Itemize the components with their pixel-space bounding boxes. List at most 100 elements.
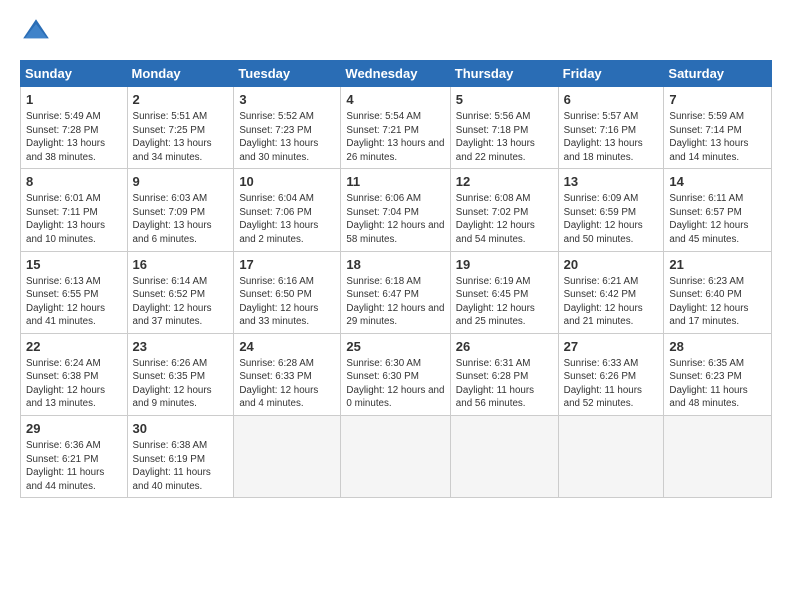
day-number: 25 [346,338,444,356]
day-number: 4 [346,91,444,109]
calendar-day-cell: 7Sunrise: 5:59 AM Sunset: 7:14 PM Daylig… [664,87,772,169]
calendar-day-cell: 17Sunrise: 6:16 AM Sunset: 6:50 PM Dayli… [234,251,341,333]
calendar-week-row: 15Sunrise: 6:13 AM Sunset: 6:55 PM Dayli… [21,251,772,333]
day-info: Sunrise: 5:51 AM Sunset: 7:25 PM Dayligh… [133,110,229,164]
calendar-day-cell: 28Sunrise: 6:35 AM Sunset: 6:23 PM Dayli… [664,333,772,415]
day-info: Sunrise: 6:31 AM Sunset: 6:28 PM Dayligh… [456,357,553,411]
calendar-day-cell: 21Sunrise: 6:23 AM Sunset: 6:40 PM Dayli… [664,251,772,333]
day-number: 15 [26,256,122,274]
day-number: 1 [26,91,122,109]
day-number: 6 [564,91,659,109]
calendar-day-cell: 1Sunrise: 5:49 AM Sunset: 7:28 PM Daylig… [21,87,128,169]
day-info: Sunrise: 6:28 AM Sunset: 6:33 PM Dayligh… [239,357,335,411]
day-number: 17 [239,256,335,274]
day-info: Sunrise: 5:56 AM Sunset: 7:18 PM Dayligh… [456,110,553,164]
logo [20,16,58,48]
calendar-day-cell [450,416,558,498]
calendar-day-cell [664,416,772,498]
calendar-day-header: Monday [127,61,234,87]
calendar-day-cell: 9Sunrise: 6:03 AM Sunset: 7:09 PM Daylig… [127,169,234,251]
day-info: Sunrise: 5:49 AM Sunset: 7:28 PM Dayligh… [26,110,122,164]
day-info: Sunrise: 6:35 AM Sunset: 6:23 PM Dayligh… [669,357,766,411]
day-number: 8 [26,173,122,191]
day-info: Sunrise: 6:11 AM Sunset: 6:57 PM Dayligh… [669,192,766,246]
day-info: Sunrise: 6:06 AM Sunset: 7:04 PM Dayligh… [346,192,444,246]
day-info: Sunrise: 6:36 AM Sunset: 6:21 PM Dayligh… [26,439,122,493]
day-info: Sunrise: 6:08 AM Sunset: 7:02 PM Dayligh… [456,192,553,246]
day-number: 5 [456,91,553,109]
calendar-day-header: Thursday [450,61,558,87]
day-number: 21 [669,256,766,274]
day-number: 19 [456,256,553,274]
calendar-table: SundayMondayTuesdayWednesdayThursdayFrid… [20,60,772,498]
calendar-day-cell: 22Sunrise: 6:24 AM Sunset: 6:38 PM Dayli… [21,333,128,415]
day-info: Sunrise: 6:01 AM Sunset: 7:11 PM Dayligh… [26,192,122,246]
day-number: 12 [456,173,553,191]
day-info: Sunrise: 6:14 AM Sunset: 6:52 PM Dayligh… [133,275,229,329]
calendar-week-row: 8Sunrise: 6:01 AM Sunset: 7:11 PM Daylig… [21,169,772,251]
day-info: Sunrise: 6:16 AM Sunset: 6:50 PM Dayligh… [239,275,335,329]
day-number: 10 [239,173,335,191]
day-number: 29 [26,420,122,438]
day-number: 27 [564,338,659,356]
day-info: Sunrise: 5:57 AM Sunset: 7:16 PM Dayligh… [564,110,659,164]
calendar-day-cell: 4Sunrise: 5:54 AM Sunset: 7:21 PM Daylig… [341,87,450,169]
day-info: Sunrise: 6:24 AM Sunset: 6:38 PM Dayligh… [26,357,122,411]
calendar-day-cell: 15Sunrise: 6:13 AM Sunset: 6:55 PM Dayli… [21,251,128,333]
calendar-day-cell: 12Sunrise: 6:08 AM Sunset: 7:02 PM Dayli… [450,169,558,251]
day-info: Sunrise: 6:13 AM Sunset: 6:55 PM Dayligh… [26,275,122,329]
day-info: Sunrise: 5:52 AM Sunset: 7:23 PM Dayligh… [239,110,335,164]
calendar-day-cell: 5Sunrise: 5:56 AM Sunset: 7:18 PM Daylig… [450,87,558,169]
day-info: Sunrise: 5:54 AM Sunset: 7:21 PM Dayligh… [346,110,444,164]
page-container: SundayMondayTuesdayWednesdayThursdayFrid… [0,0,792,508]
calendar-day-cell [234,416,341,498]
day-info: Sunrise: 6:23 AM Sunset: 6:40 PM Dayligh… [669,275,766,329]
calendar-day-cell: 26Sunrise: 6:31 AM Sunset: 6:28 PM Dayli… [450,333,558,415]
calendar-day-header: Friday [558,61,664,87]
calendar-day-cell [558,416,664,498]
calendar-header-row: SundayMondayTuesdayWednesdayThursdayFrid… [21,61,772,87]
day-info: Sunrise: 5:59 AM Sunset: 7:14 PM Dayligh… [669,110,766,164]
calendar-day-cell: 14Sunrise: 6:11 AM Sunset: 6:57 PM Dayli… [664,169,772,251]
day-number: 7 [669,91,766,109]
calendar-day-header: Sunday [21,61,128,87]
day-number: 9 [133,173,229,191]
day-number: 11 [346,173,444,191]
calendar-week-row: 1Sunrise: 5:49 AM Sunset: 7:28 PM Daylig… [21,87,772,169]
calendar-day-cell: 13Sunrise: 6:09 AM Sunset: 6:59 PM Dayli… [558,169,664,251]
calendar-day-cell: 29Sunrise: 6:36 AM Sunset: 6:21 PM Dayli… [21,416,128,498]
day-number: 18 [346,256,444,274]
day-number: 28 [669,338,766,356]
calendar-day-cell: 6Sunrise: 5:57 AM Sunset: 7:16 PM Daylig… [558,87,664,169]
day-info: Sunrise: 6:03 AM Sunset: 7:09 PM Dayligh… [133,192,229,246]
calendar-day-cell: 3Sunrise: 5:52 AM Sunset: 7:23 PM Daylig… [234,87,341,169]
calendar-day-cell: 24Sunrise: 6:28 AM Sunset: 6:33 PM Dayli… [234,333,341,415]
calendar-day-cell: 16Sunrise: 6:14 AM Sunset: 6:52 PM Dayli… [127,251,234,333]
calendar-day-cell: 2Sunrise: 5:51 AM Sunset: 7:25 PM Daylig… [127,87,234,169]
calendar-day-header: Wednesday [341,61,450,87]
calendar-day-header: Saturday [664,61,772,87]
calendar-day-cell: 20Sunrise: 6:21 AM Sunset: 6:42 PM Dayli… [558,251,664,333]
page-header [20,16,772,48]
calendar-day-cell: 25Sunrise: 6:30 AM Sunset: 6:30 PM Dayli… [341,333,450,415]
calendar-day-cell: 30Sunrise: 6:38 AM Sunset: 6:19 PM Dayli… [127,416,234,498]
calendar-day-cell: 8Sunrise: 6:01 AM Sunset: 7:11 PM Daylig… [21,169,128,251]
calendar-day-cell [341,416,450,498]
calendar-day-cell: 23Sunrise: 6:26 AM Sunset: 6:35 PM Dayli… [127,333,234,415]
day-number: 20 [564,256,659,274]
calendar-day-cell: 10Sunrise: 6:04 AM Sunset: 7:06 PM Dayli… [234,169,341,251]
day-number: 3 [239,91,335,109]
day-info: Sunrise: 6:30 AM Sunset: 6:30 PM Dayligh… [346,357,444,411]
day-number: 13 [564,173,659,191]
day-info: Sunrise: 6:19 AM Sunset: 6:45 PM Dayligh… [456,275,553,329]
day-info: Sunrise: 6:18 AM Sunset: 6:47 PM Dayligh… [346,275,444,329]
calendar-day-cell: 11Sunrise: 6:06 AM Sunset: 7:04 PM Dayli… [341,169,450,251]
calendar-week-row: 22Sunrise: 6:24 AM Sunset: 6:38 PM Dayli… [21,333,772,415]
day-info: Sunrise: 6:26 AM Sunset: 6:35 PM Dayligh… [133,357,229,411]
calendar-week-row: 29Sunrise: 6:36 AM Sunset: 6:21 PM Dayli… [21,416,772,498]
day-number: 30 [133,420,229,438]
day-info: Sunrise: 6:33 AM Sunset: 6:26 PM Dayligh… [564,357,659,411]
day-number: 22 [26,338,122,356]
day-number: 24 [239,338,335,356]
calendar-day-cell: 27Sunrise: 6:33 AM Sunset: 6:26 PM Dayli… [558,333,664,415]
